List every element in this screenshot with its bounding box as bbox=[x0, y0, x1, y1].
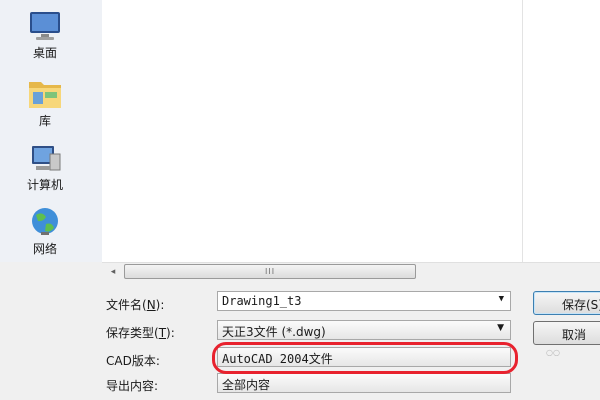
chevron-down-icon[interactable]: ▼ bbox=[499, 294, 504, 304]
place-label: 计算机 bbox=[26, 178, 63, 192]
place-network[interactable]: 网络 bbox=[0, 206, 90, 257]
filename-label: 文件名(N): bbox=[106, 298, 165, 312]
file-list[interactable] bbox=[102, 0, 600, 262]
export-content-value: 全部内容 bbox=[222, 378, 271, 392]
cad-version-value: AutoCAD 2004文件 bbox=[222, 352, 333, 366]
network-globe-icon bbox=[32, 208, 58, 235]
save-button[interactable]: 保存(S) bbox=[533, 291, 600, 315]
horizontal-scrollbar[interactable]: ◂ III bbox=[102, 262, 600, 280]
cad-version-select[interactable]: AutoCAD 2004文件 bbox=[217, 347, 511, 367]
chevron-down-icon[interactable]: ▼ bbox=[497, 323, 504, 333]
places-bar: 桌面 库 计算机 网络 bbox=[0, 0, 102, 262]
place-label: 库 bbox=[38, 114, 51, 128]
cad-version-label: CAD版本: bbox=[106, 354, 160, 368]
cancel-button[interactable]: 取消 bbox=[533, 321, 600, 345]
export-content-label: 导出内容: bbox=[106, 379, 159, 393]
desktop-icon bbox=[30, 12, 60, 40]
place-label: 网络 bbox=[32, 242, 57, 256]
filetype-label: 保存类型(T): bbox=[106, 326, 175, 340]
filename-input[interactable]: Drawing1_t3 ▼ bbox=[217, 291, 511, 311]
library-folder-icon bbox=[29, 82, 61, 108]
column-divider bbox=[522, 0, 523, 262]
export-content-select[interactable]: 全部内容 bbox=[217, 373, 511, 393]
faded-dots-icon: ○○ bbox=[546, 348, 560, 357]
scrollbar-grip-icon: III bbox=[265, 267, 276, 276]
scroll-left-arrow-icon[interactable]: ◂ bbox=[106, 265, 120, 279]
computer-icon bbox=[32, 146, 61, 171]
place-desktop[interactable]: 桌面 bbox=[0, 10, 90, 61]
filetype-select[interactable]: 天正3文件 (*.dwg) ▼ bbox=[217, 320, 511, 340]
place-library[interactable]: 库 bbox=[0, 76, 90, 129]
filetype-value: 天正3文件 (*.dwg) bbox=[222, 325, 326, 339]
filename-value: Drawing1_t3 bbox=[222, 294, 302, 308]
place-computer[interactable]: 计算机 bbox=[0, 144, 90, 193]
place-label: 桌面 bbox=[32, 46, 57, 60]
scrollbar-thumb[interactable]: III bbox=[124, 264, 416, 279]
